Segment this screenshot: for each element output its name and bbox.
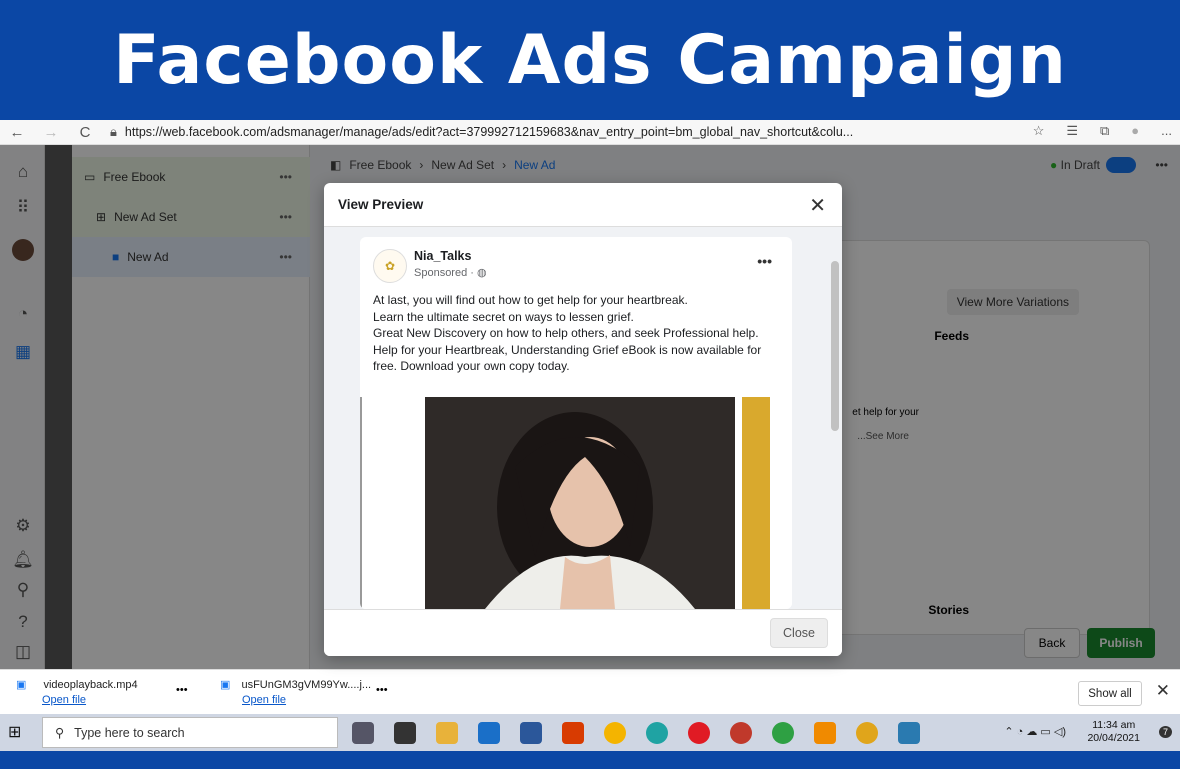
back-icon[interactable]: ← bbox=[0, 124, 34, 141]
file-explorer-icon[interactable] bbox=[436, 722, 458, 744]
search-placeholder: Type here to search bbox=[74, 725, 185, 740]
modal-body: ✿ Nia_Talks Sponsored · ◍ ••• At last, y… bbox=[324, 227, 842, 609]
windows-start-icon[interactable]: ⊞ bbox=[8, 722, 30, 744]
store-icon[interactable] bbox=[394, 722, 416, 744]
modal-scrollbar[interactable] bbox=[830, 231, 840, 605]
vlc-icon[interactable] bbox=[814, 722, 836, 744]
page-name[interactable]: Nia_Talks bbox=[414, 249, 471, 263]
notification-count: 7 bbox=[1158, 726, 1172, 738]
favorite-icon[interactable]: ☆ bbox=[1033, 123, 1045, 139]
ad-post-preview: ✿ Nia_Talks Sponsored · ◍ ••• At last, y… bbox=[360, 237, 792, 609]
profile-icon[interactable]: ● bbox=[1131, 123, 1139, 139]
clock-date: 20/04/2021 bbox=[1087, 732, 1140, 744]
refresh-icon[interactable]: C bbox=[68, 124, 102, 141]
reading-list-icon[interactable]: ☰ bbox=[1066, 123, 1078, 139]
more-icon[interactable]: ••• bbox=[176, 684, 188, 696]
sponsored-text: Sponsored · bbox=[414, 267, 477, 279]
chrome-profile-icon[interactable] bbox=[730, 722, 752, 744]
taskbar: ⊞ ⚲ Type here to search ⌃ ◔ ☁ ▭ ◁) 11:34… bbox=[0, 714, 1180, 751]
word-icon[interactable] bbox=[520, 722, 542, 744]
mail-icon[interactable] bbox=[478, 722, 500, 744]
post-line: Help for your Heartbreak, Understanding … bbox=[373, 342, 762, 374]
download-filename: videoplayback.mp4 bbox=[43, 679, 138, 691]
more-icon[interactable]: ... bbox=[1161, 123, 1172, 139]
modal-footer: Close bbox=[324, 609, 842, 656]
woman-photo bbox=[425, 397, 735, 609]
edge-icon[interactable] bbox=[646, 722, 668, 744]
globe-icon: ◍ bbox=[476, 267, 487, 279]
modal-header: View Preview ✕ bbox=[324, 183, 842, 227]
office-icon[interactable] bbox=[562, 722, 584, 744]
show-all-button[interactable]: Show all bbox=[1078, 681, 1142, 706]
post-line: At last, you will find out how to get he… bbox=[373, 293, 688, 307]
utorrent-icon[interactable] bbox=[772, 722, 794, 744]
system-tray-icons[interactable]: ⌃ ◔ ☁ ▭ ◁) bbox=[1004, 725, 1066, 738]
open-file-link[interactable]: Open file bbox=[42, 694, 138, 706]
chrome-icon[interactable] bbox=[604, 722, 626, 744]
close-button[interactable]: Close bbox=[770, 618, 828, 648]
search-icon: ⚲ bbox=[55, 726, 65, 740]
close-icon[interactable]: ✕ bbox=[809, 193, 826, 218]
clock-time: 11:34 am bbox=[1092, 719, 1136, 731]
post-text: At last, you will find out how to get he… bbox=[373, 292, 778, 375]
post-line: Great New Discovery on how to help other… bbox=[373, 326, 759, 340]
file-icon: ▣ bbox=[16, 679, 27, 691]
download-item[interactable]: ▣ videoplayback.mp4 Open file bbox=[16, 678, 138, 706]
banner: Facebook Ads Campaign bbox=[0, 0, 1180, 120]
task-view-icon[interactable] bbox=[352, 722, 374, 744]
view-preview-modal: View Preview ✕ ✿ Nia_Talks Sponsored · ◍… bbox=[324, 183, 842, 656]
download-filename: usFUnGM3gVM99Yw....j... bbox=[241, 679, 372, 691]
url-field[interactable]: https://web.facebook.com/adsmanager/mana… bbox=[125, 125, 955, 139]
woman-illustration bbox=[425, 397, 735, 609]
page-logo: ✿ bbox=[373, 249, 407, 283]
photos-icon[interactable] bbox=[898, 722, 920, 744]
banner-title: Facebook Ads Campaign bbox=[113, 20, 1067, 100]
lock-icon: 🔒︎ bbox=[110, 124, 117, 139]
address-bar: ← → C 🔒︎ https://web.facebook.com/adsman… bbox=[0, 120, 1180, 145]
browser-tools: ☆ ☰ ⧉ ● ... bbox=[1033, 123, 1172, 139]
bottom-band bbox=[0, 751, 1180, 769]
forward-icon[interactable]: → bbox=[34, 124, 68, 141]
taskbar-search[interactable]: ⚲ Type here to search bbox=[42, 717, 338, 748]
notification-center-icon[interactable]: 7 bbox=[1158, 722, 1172, 738]
download-item[interactable]: ▣ usFUnGM3gVM99Yw....j... Open file bbox=[220, 678, 371, 706]
file-icon: ▣ bbox=[220, 679, 231, 691]
collections-icon[interactable]: ⧉ bbox=[1100, 123, 1109, 139]
accent-bar bbox=[742, 397, 770, 609]
download-bar: ▣ videoplayback.mp4 Open file ••• ▣ usFU… bbox=[0, 669, 1180, 714]
close-icon[interactable]: ✕ bbox=[1156, 681, 1170, 701]
sponsored-label: Sponsored · ◍ bbox=[414, 266, 487, 279]
opera-icon[interactable] bbox=[688, 722, 710, 744]
chrome-icon-2[interactable] bbox=[856, 722, 878, 744]
post-line: Learn the ultimate secret on ways to les… bbox=[373, 309, 634, 324]
scrollbar-thumb[interactable] bbox=[831, 261, 839, 431]
ad-image bbox=[360, 397, 792, 609]
modal-title: View Preview bbox=[338, 197, 424, 212]
more-icon[interactable]: ••• bbox=[376, 684, 388, 696]
post-more-icon[interactable]: ••• bbox=[757, 253, 772, 269]
clock[interactable]: 11:34 am 20/04/2021 bbox=[1087, 719, 1140, 745]
open-file-link[interactable]: Open file bbox=[242, 694, 371, 706]
